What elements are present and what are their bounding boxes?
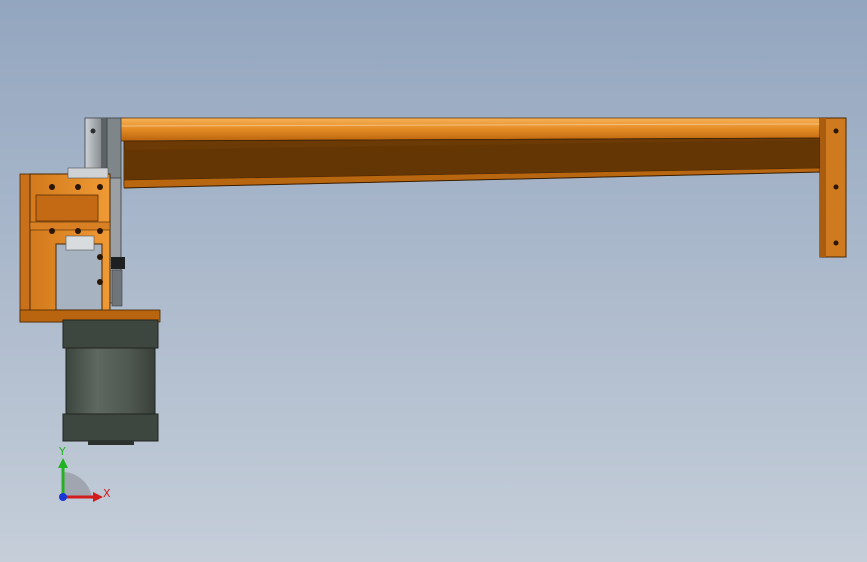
- shaft-gray: [111, 269, 123, 307]
- bolt-hole-icon: [833, 240, 839, 246]
- bracket-top-slot: [35, 194, 99, 222]
- bolt-hole-icon: [75, 228, 81, 234]
- motor-body: [65, 347, 156, 415]
- bolt-hole-icon: [833, 128, 839, 134]
- x-arrow-head-icon: [93, 492, 103, 502]
- bracket-gray-block: [67, 167, 109, 179]
- cad-viewport[interactable]: Y X: [0, 0, 867, 562]
- motor-bracket[interactable]: [19, 167, 161, 323]
- y-axis-label: Y: [58, 445, 66, 458]
- end-plate-side: [820, 118, 826, 257]
- stepper-motor[interactable]: [62, 319, 159, 445]
- bolt-hole-icon: [97, 184, 103, 190]
- bolt-hole-icon: [75, 184, 81, 190]
- motor-top-flange: [62, 319, 159, 349]
- horizontal-arm[interactable]: [119, 117, 823, 189]
- arm-top-face: [119, 117, 823, 142]
- x-axis-label: X: [103, 487, 111, 500]
- bolt-hole-icon: [97, 254, 103, 260]
- triad-arc: [62, 471, 92, 498]
- y-arrow-head-icon: [58, 458, 68, 468]
- small-clamp: [111, 257, 125, 269]
- bolt-hole-icon: [49, 228, 55, 234]
- z-axis-dot: [59, 493, 67, 501]
- motor-bottom-flange: [62, 413, 159, 442]
- bracket-window: [55, 243, 103, 311]
- bolt-hole-icon: [49, 184, 55, 190]
- bolt-hole-icon: [97, 279, 103, 285]
- bolt-hole-icon: [90, 128, 96, 134]
- bracket-inner-plate: [65, 235, 95, 251]
- motor-end-cap: [88, 441, 134, 445]
- bolt-hole-icon: [97, 228, 103, 234]
- bolt-hole-icon: [833, 184, 839, 190]
- right-end-plate[interactable]: [819, 117, 847, 258]
- coordinate-triad: Y X: [58, 445, 111, 502]
